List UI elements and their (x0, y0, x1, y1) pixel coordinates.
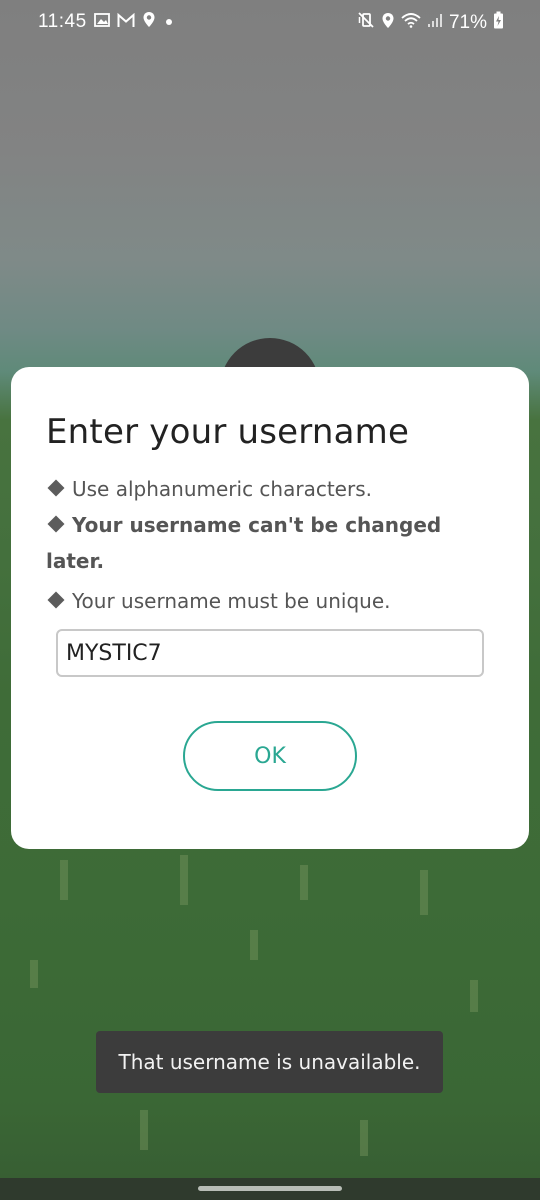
diamond-bullet-icon (47, 515, 65, 533)
home-indicator[interactable] (198, 1186, 342, 1191)
grass-tuft (180, 855, 188, 905)
diamond-bullet-icon (47, 591, 65, 609)
status-bar: 11:45 71% (0, 0, 540, 44)
status-time: 11:45 (38, 11, 87, 32)
grass-tuft (360, 1120, 368, 1156)
location-icon (381, 12, 395, 35)
grass-tuft (60, 860, 68, 900)
grass-tuft (250, 930, 258, 960)
toast-message: That username is unavailable. (96, 1031, 443, 1093)
grass-tuft (300, 865, 308, 900)
dot-icon (163, 12, 175, 34)
rule-text: Your username must be unique. (72, 589, 391, 613)
grass-tuft (30, 960, 38, 988)
ok-button[interactable]: OK (183, 721, 357, 791)
gmail-icon (117, 12, 135, 34)
diamond-bullet-icon (47, 479, 65, 497)
status-system-icons: 71% (357, 11, 504, 35)
battery-percent: 71% (448, 12, 487, 33)
wifi-icon (401, 12, 421, 34)
location-pin-icon (142, 11, 156, 34)
dialog-title: Enter your username (46, 412, 410, 452)
grass-tuft (470, 980, 478, 1012)
grass-tuft (420, 870, 428, 915)
status-notification-icons (94, 11, 175, 34)
rule-unique: Your username must be unique. (46, 583, 446, 619)
rule-alphanumeric: Use alphanumeric characters. (46, 471, 446, 507)
rule-cannot-change: Your username can't be changed later. (46, 507, 446, 579)
battery-charging-icon (493, 11, 504, 35)
toast-text: That username is unavailable. (118, 1050, 421, 1074)
mute-vibrate-icon (357, 11, 375, 35)
username-input[interactable] (56, 629, 484, 677)
signal-icon (427, 12, 443, 34)
rule-text: Your username can't be changed later. (46, 513, 442, 573)
rule-text: Use alphanumeric characters. (72, 477, 372, 501)
grass-tuft (140, 1110, 148, 1150)
gallery-icon (94, 12, 110, 34)
